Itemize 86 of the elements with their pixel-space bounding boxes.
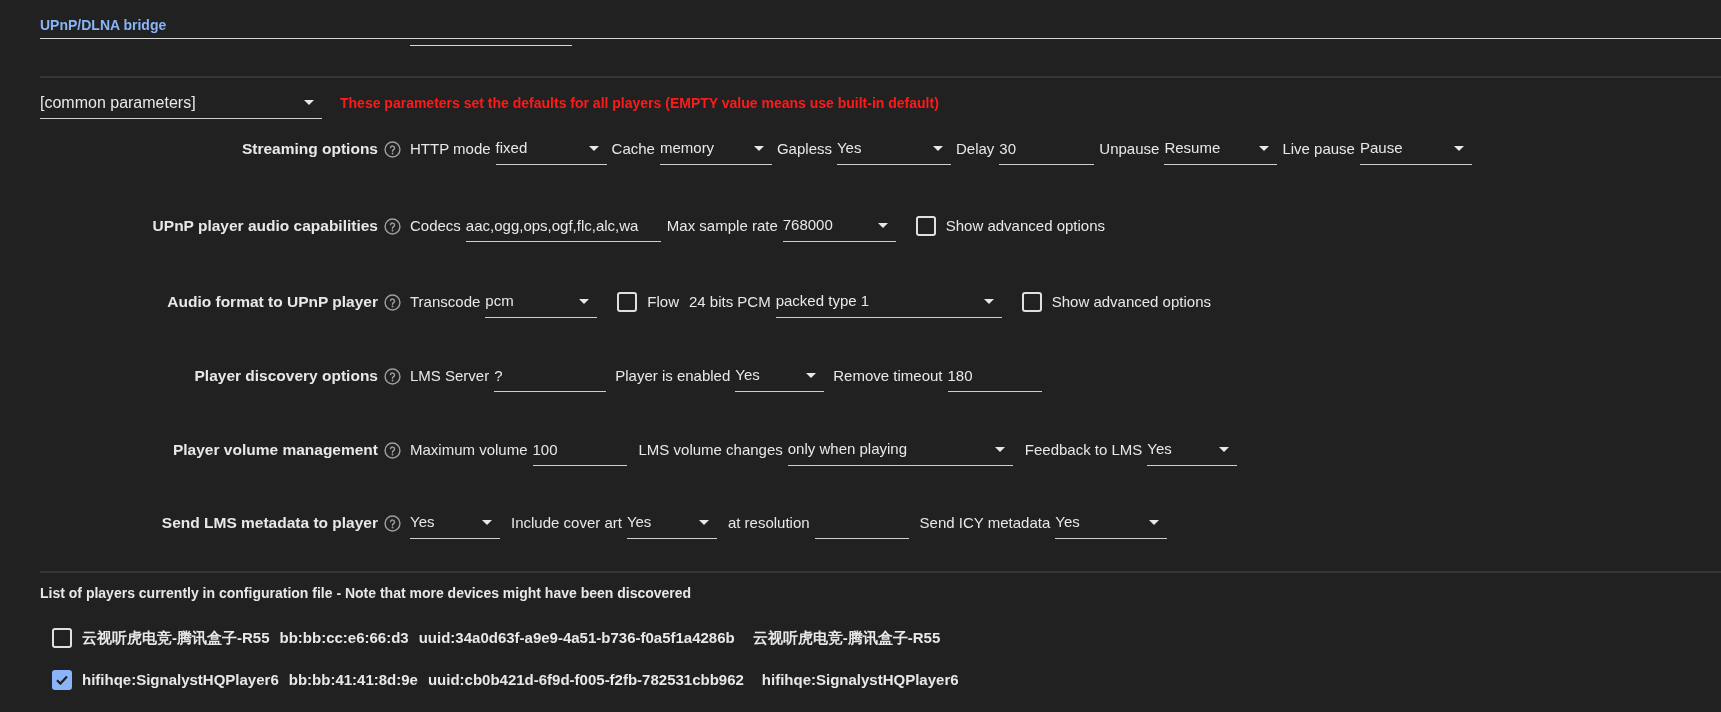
dropdown[interactable]: Yes (1147, 434, 1238, 466)
row-label: Send LMS metadata to player (160, 513, 378, 534)
caret-icon (579, 299, 590, 304)
field-label: at resolution (727, 512, 810, 533)
checkbox-label[interactable]: Show advanced options (1051, 290, 1211, 314)
section-title: UPnP/DLNA bridge (40, 17, 167, 33)
caret-icon (983, 299, 994, 304)
row-label: Player volume management (171, 440, 378, 461)
checkbox[interactable] (52, 670, 72, 690)
checkbox[interactable] (915, 216, 936, 236)
field-label: Max sample rate (666, 215, 778, 236)
field-label: Live pause (1282, 138, 1355, 159)
field-label: Include cover art (511, 512, 622, 533)
caret-icon (806, 373, 817, 378)
player-name: hifihqe:SignalystHQPlayer6 (761, 669, 959, 690)
section-title: List of players currently in configuration file - Note that more devices might have been discovered (40, 584, 692, 603)
dropdown[interactable]: Yes (1055, 507, 1168, 539)
caret-icon (1149, 520, 1160, 525)
caret-icon (482, 520, 492, 525)
dropdown[interactable]: fixed (495, 133, 607, 165)
mac-address: bb:bb:cc:e6:66:d3 (279, 627, 409, 648)
field-label: HTTP mode (410, 138, 491, 159)
field-label: Codecs (410, 215, 461, 236)
uuid-text: uuid:34a0d63f-a9e9-4a51-b736-f0a5f1a4286b (418, 627, 735, 648)
help-icon[interactable] (384, 441, 401, 459)
field-label: Gapless (776, 138, 832, 159)
caret-icon (753, 146, 764, 151)
caret-icon (1219, 447, 1230, 452)
player-name: 云视听虎电竞-腾讯盒子-R55 (752, 627, 941, 648)
mac-address: bb:bb:41:41:8d:9e (288, 669, 418, 690)
dropdown[interactable]: Yes (837, 133, 951, 165)
help-icon[interactable] (384, 367, 401, 385)
dropdown[interactable]: Pause (1359, 133, 1472, 165)
row-label: UPnP player audio capabilities (151, 216, 378, 237)
dropdown[interactable]: 768000 (782, 210, 896, 242)
field-label: Feedback to LMS (1024, 439, 1143, 460)
field-label: Delay (956, 138, 995, 159)
field-label: Player is enabled (615, 365, 731, 386)
player-dropdown[interactable]: [common parameters] (40, 87, 322, 119)
dropdown[interactable]: Yes (626, 507, 717, 539)
caret-icon (877, 223, 888, 228)
player-name: 云视听虎电竞-腾讯盒子-R55 (82, 627, 270, 648)
checkbox-label[interactable]: Show advanced options (945, 214, 1105, 238)
uuid-text: uuid:cb0b421d-6f9d-f005-f2fb-782531cbb962 (427, 669, 744, 690)
note-text: These parameters set the defaults for all players (EMPTY value means use built-in default) (340, 93, 939, 113)
checkbox-label[interactable]: Flow (647, 290, 679, 314)
text-field[interactable]: aac,ogg,ops,ogf,flc,alc,wa (465, 210, 661, 242)
text-field[interactable]: 100 (532, 434, 627, 466)
caret-icon (994, 447, 1005, 452)
caret-icon (1259, 146, 1270, 151)
dropdown[interactable]: pcm (485, 286, 598, 318)
field-label: LMS volume changes (638, 439, 783, 460)
dropdown[interactable]: packed type 1 (775, 286, 1002, 318)
text-field[interactable]: 30 (999, 133, 1095, 165)
help-icon[interactable] (384, 514, 401, 532)
row-label: Player discovery options (193, 366, 378, 387)
dropdown[interactable]: Yes (410, 507, 500, 539)
field-label: Transcode (410, 291, 481, 312)
help-icon[interactable] (384, 293, 401, 311)
checkbox[interactable] (52, 628, 72, 648)
field-label: 24 bits PCM (689, 291, 771, 312)
checkbox[interactable] (1021, 292, 1042, 312)
row-label: Streaming options (240, 139, 378, 160)
dropdown[interactable]: memory (659, 133, 772, 165)
caret-icon (588, 146, 599, 151)
player-name: hifihqe:SignalystHQPlayer6 (82, 669, 279, 690)
field-label: Send ICY metadata (919, 512, 1051, 533)
dropdown[interactable]: only when playing (787, 434, 1013, 466)
caret-icon (698, 520, 709, 525)
caret-icon (1453, 146, 1464, 151)
text-field[interactable]: ? (494, 360, 607, 392)
dropdown[interactable]: Yes (735, 360, 825, 392)
field-label: Unpause (1099, 138, 1160, 159)
field-label: Maximum volume (410, 439, 528, 460)
caret-icon (304, 100, 314, 105)
field-label: Cache (611, 138, 655, 159)
check-icon (56, 675, 68, 685)
dropdown[interactable]: Resume (1164, 133, 1278, 165)
help-icon[interactable] (384, 217, 401, 235)
field-label: Remove timeout (833, 365, 943, 386)
text-field[interactable]: 180 (947, 360, 1042, 392)
checkbox[interactable] (617, 292, 638, 312)
help-icon[interactable] (384, 140, 401, 158)
caret-icon (933, 146, 943, 151)
row-label: Audio format to UPnP player (166, 292, 378, 313)
field-label: LMS Server (410, 365, 490, 386)
